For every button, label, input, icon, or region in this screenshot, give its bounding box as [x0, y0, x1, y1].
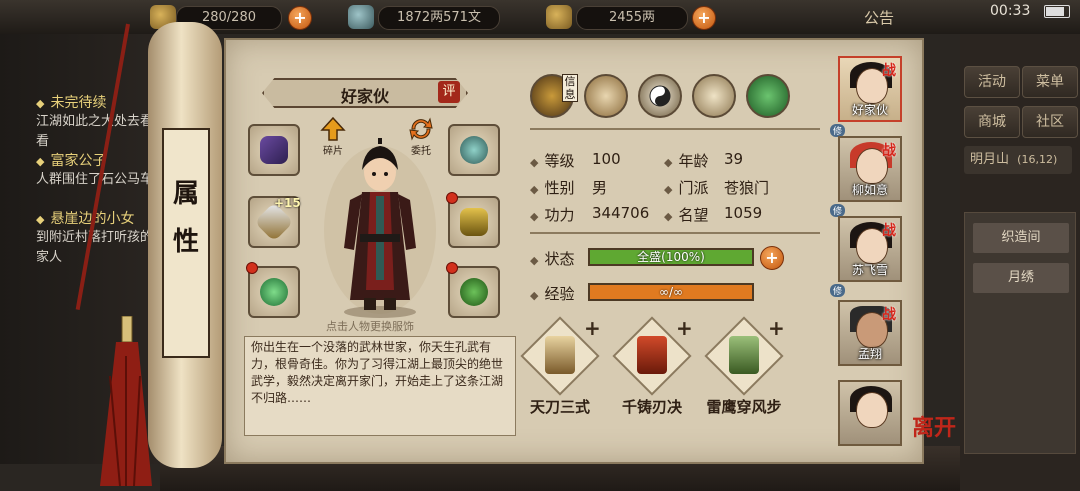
fight-badge: 战: [882, 63, 896, 79]
character-backstory: 你出生在一个没落的武林世家，你天生孔武有力，根骨奇佳。你为了习得江湖上最顶尖的绝…: [244, 336, 516, 436]
restore-status-button[interactable]: +: [760, 246, 784, 270]
skill-upgrade-plus-icon[interactable]: +: [676, 316, 693, 340]
fight-badge: 战: [882, 307, 896, 323]
enhance-level: +15: [274, 196, 301, 210]
status-bar: 全盛(100%): [588, 248, 754, 266]
yin-yang-icon: [649, 85, 671, 107]
status-text: 全盛(100%): [637, 250, 705, 264]
page-title: 属性: [172, 179, 199, 257]
cultivate-badge: 修: [830, 284, 846, 297]
member-name: 柳如意: [851, 183, 888, 197]
equipment-slot-ring[interactable]: [246, 262, 300, 318]
experience-label: 经验: [530, 283, 574, 304]
fame-value: 1059: [724, 204, 763, 222]
embroidery-button[interactable]: 月绣: [973, 263, 1069, 293]
team-member-card[interactable]: [838, 380, 902, 446]
sect-label: 门派: [664, 177, 708, 198]
add-stamina-button[interactable]: +: [288, 6, 312, 30]
meridian-tab[interactable]: [692, 74, 736, 118]
skill-name: 雷鹰穿风步: [706, 398, 782, 416]
jade-ring-icon: [260, 278, 288, 306]
location-coords: (16,12): [1017, 153, 1058, 166]
member-name: 苏飞雪: [851, 263, 888, 277]
system-clock: 00:33: [990, 3, 1031, 19]
quest-description: 江湖如此之大处去看看: [36, 114, 154, 149]
equipment-slot-armor[interactable]: [446, 192, 500, 248]
gender-label: 性别: [530, 177, 574, 198]
building-panel: 织造间 月绣: [964, 212, 1076, 454]
shop-button[interactable]: 商城: [964, 106, 1020, 138]
skill-upgrade-plus-icon[interactable]: +: [768, 316, 785, 340]
red-dot-indicator: [246, 262, 258, 274]
red-dot-indicator: [446, 192, 458, 204]
scroll-book-tab[interactable]: [584, 74, 628, 118]
equipment-slot-weapon[interactable]: +15: [248, 196, 301, 248]
level-value: 100: [592, 150, 621, 168]
equipment-slot-hat[interactable]: [448, 124, 500, 176]
age-value: 39: [724, 150, 744, 168]
weaving-room-button[interactable]: 织造间: [973, 223, 1069, 253]
skill-name: 天刀三式: [529, 398, 590, 416]
community-button[interactable]: 社区: [1022, 106, 1078, 138]
equipment-slot-gloves[interactable]: [248, 124, 300, 176]
power-label: 功力: [530, 204, 574, 225]
skill-upgrade-plus-icon[interactable]: +: [584, 316, 601, 340]
add-gold-button[interactable]: +: [692, 6, 716, 30]
fight-badge: 战: [882, 223, 896, 239]
sect-value: 苍狼门: [724, 179, 770, 197]
yin-yang-tab[interactable]: [638, 74, 682, 118]
divider: [530, 232, 820, 234]
scroll-icon: [637, 336, 667, 374]
tassel-ornament: [100, 316, 152, 486]
side-menu: 活动 菜单 商城 社区 明月山 (16,12) 织造间 月绣: [960, 34, 1080, 491]
jade-amulet-icon: [460, 278, 488, 306]
member-face: [856, 392, 888, 428]
book-icon: [545, 336, 575, 374]
quest-title[interactable]: 富家公子: [36, 150, 106, 170]
gender-value: 男: [592, 179, 608, 197]
age-label: 年龄: [664, 150, 708, 171]
gold-ingot-icon: [546, 5, 572, 29]
experience-text: ∞/∞: [658, 285, 684, 299]
gold-counter: 2455两: [576, 6, 688, 30]
location-name: 明月山: [970, 152, 1010, 167]
skill-name: 千铸刃决: [621, 398, 682, 416]
menu-button[interactable]: 菜单: [1022, 66, 1078, 98]
character-name: 好家伙: [340, 87, 389, 106]
activity-button[interactable]: 活动: [964, 66, 1020, 98]
change-outfit-hint: 点击人物更换服饰: [326, 320, 414, 333]
level-label: 等级: [530, 150, 574, 171]
armor-icon: [460, 208, 488, 236]
member-name: 孟翔: [857, 347, 882, 361]
quest-title[interactable]: 未完待续: [36, 92, 106, 112]
status-label: 状态: [530, 248, 574, 269]
hat-icon: [460, 136, 488, 164]
quest-title[interactable]: 悬崖边的小女: [36, 208, 134, 228]
experience-bar: ∞/∞: [588, 283, 754, 301]
money-counter: 1872两571文: [378, 6, 500, 30]
info-tab-label: 信息: [562, 74, 578, 102]
notice-button[interactable]: 公告: [864, 7, 894, 28]
copper-coin-icon: [348, 5, 374, 29]
fame-label: 名望: [664, 204, 708, 225]
scroll-icon: [729, 336, 759, 374]
battery-icon: [1044, 5, 1070, 18]
quest-description: 到附近村落打听孩的家人: [36, 230, 154, 265]
compass-tab[interactable]: [746, 74, 790, 118]
red-dot-indicator: [446, 262, 458, 274]
rate-button[interactable]: 评: [438, 81, 460, 103]
gauntlet-icon: [260, 136, 288, 164]
fight-badge: 战: [882, 143, 896, 159]
divider: [530, 128, 820, 130]
member-name: 好家伙: [851, 103, 888, 117]
power-value: 344706: [592, 204, 650, 222]
location-label[interactable]: 明月山 (16,12): [964, 146, 1072, 174]
character-portrait[interactable]: [320, 130, 440, 320]
equipment-slot-accessory[interactable]: [446, 262, 500, 318]
leave-button[interactable]: 离开: [912, 410, 956, 442]
